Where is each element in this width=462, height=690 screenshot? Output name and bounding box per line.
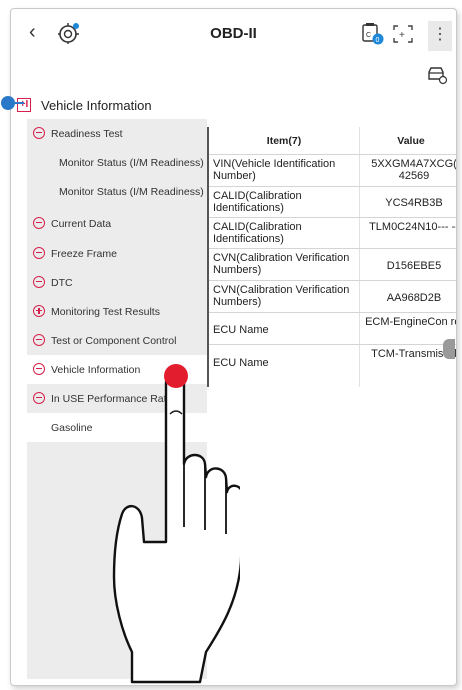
collapse-icon [33, 276, 45, 288]
row-item: CALID(Calibration Identifications) [213, 221, 302, 245]
sidebar-item-current-data[interactable]: Current Data [27, 209, 207, 238]
sidebar-item-monitoring-test-results[interactable]: Monitoring Test Results [27, 297, 207, 326]
row-item: CALID(Calibration Identifications) [213, 190, 302, 214]
sidebar-item-monitor-status[interactable]: Monitor Status (I/M Readiness) [27, 177, 207, 206]
row-item: VIN(Vehicle Identification Number) [213, 158, 336, 182]
collapse-icon [33, 334, 45, 346]
row-item: CVN(Calibration Verification Numbers) [213, 284, 350, 308]
row-item: ECU Name [213, 324, 269, 336]
table-row[interactable]: CALID(Calibration Identifications) YCS4R… [209, 187, 456, 218]
sidebar-item-label: Current Data [51, 218, 112, 230]
vehicle-ecu-icon[interactable]: C 0 [360, 21, 386, 47]
table-row[interactable]: CVN(Calibration Verification Numbers) D1… [209, 249, 456, 281]
row-value: TLM0C24N10--- -- [369, 221, 457, 233]
sidebar-item-label: DTC [51, 277, 73, 289]
collapse-icon [33, 217, 45, 229]
sidebar-item-label: Monitor Status (I/M Readiness) [59, 157, 204, 169]
sidebar-item-label: Test or Component Control [51, 335, 177, 347]
row-value: AA968D2B [386, 292, 442, 304]
sidebar-item-label: Monitor Status (I/M Readiness) [59, 186, 204, 198]
sidebar-item-dtc[interactable]: DTC [27, 268, 207, 297]
svg-text:+: + [399, 30, 405, 41]
sidebar-item-readiness-test[interactable]: Readiness Test [27, 119, 207, 148]
sidebar-item-test-or-component-control[interactable]: Test or Component Control [27, 326, 207, 355]
table-header: Item(7) Value [209, 127, 456, 155]
fullscreen-icon[interactable]: + [390, 21, 416, 47]
sidebar-item-label: Gasoline [51, 422, 93, 434]
column-header-value: Value [397, 135, 425, 147]
table-row[interactable]: VIN(Vehicle Identification Number) 5XXGM… [209, 155, 457, 187]
collapse-icon [33, 392, 45, 404]
row-item: CVN(Calibration Verification Numbers) [213, 252, 350, 276]
vehicle-info-table: Item(7) Value VIN(Vehicle Identification… [207, 127, 457, 387]
row-value: D156EBE5 [386, 260, 442, 272]
expand-collapse-icon[interactable]: +I [17, 98, 31, 112]
row-value: 5XXGM4A7XCG( 42569 [371, 158, 457, 182]
column-header-item: Item(7) [266, 135, 302, 147]
row-value: YCS4RB3B [385, 197, 443, 209]
svg-text:0: 0 [376, 37, 380, 44]
row-value: ECM-EngineCon rol [365, 316, 457, 328]
collapse-icon [33, 363, 45, 375]
sidebar-item-label: Readiness Test [51, 128, 123, 140]
sidebar-item-label: Freeze Frame [51, 248, 117, 260]
table-scroll-handle[interactable] [443, 339, 455, 359]
svg-text:C: C [366, 32, 371, 39]
callout-line [10, 102, 24, 104]
table-row[interactable]: ECU Name ECM-EngineCon rol [209, 313, 457, 345]
sidebar-item-monitor-status[interactable]: Monitor Status (I/M Readiness) [27, 148, 207, 177]
expand-icon [33, 305, 45, 317]
collapse-icon [33, 247, 45, 259]
table-row[interactable]: CALID(Calibration Identifications) TLM0C… [209, 218, 457, 249]
sidebar-item-freeze-frame[interactable]: Freeze Frame [27, 239, 207, 268]
touch-hand-icon [112, 364, 240, 684]
table-row[interactable]: ECU Name TCM-TransmisC l [209, 345, 456, 379]
vehicle-settings-icon[interactable] [426, 65, 448, 85]
app-header: ‹ OBD-II C 0 + ⋮ [11, 9, 456, 85]
collapse-icon [33, 127, 45, 139]
more-menu-button[interactable]: ⋮ [428, 21, 452, 51]
sidebar-item-label: Monitoring Test Results [51, 306, 160, 318]
section-heading: +I Vehicle Information [11, 95, 456, 119]
section-title: Vehicle Information [41, 98, 152, 113]
table-row[interactable]: CVN(Calibration Verification Numbers) AA… [209, 281, 456, 313]
